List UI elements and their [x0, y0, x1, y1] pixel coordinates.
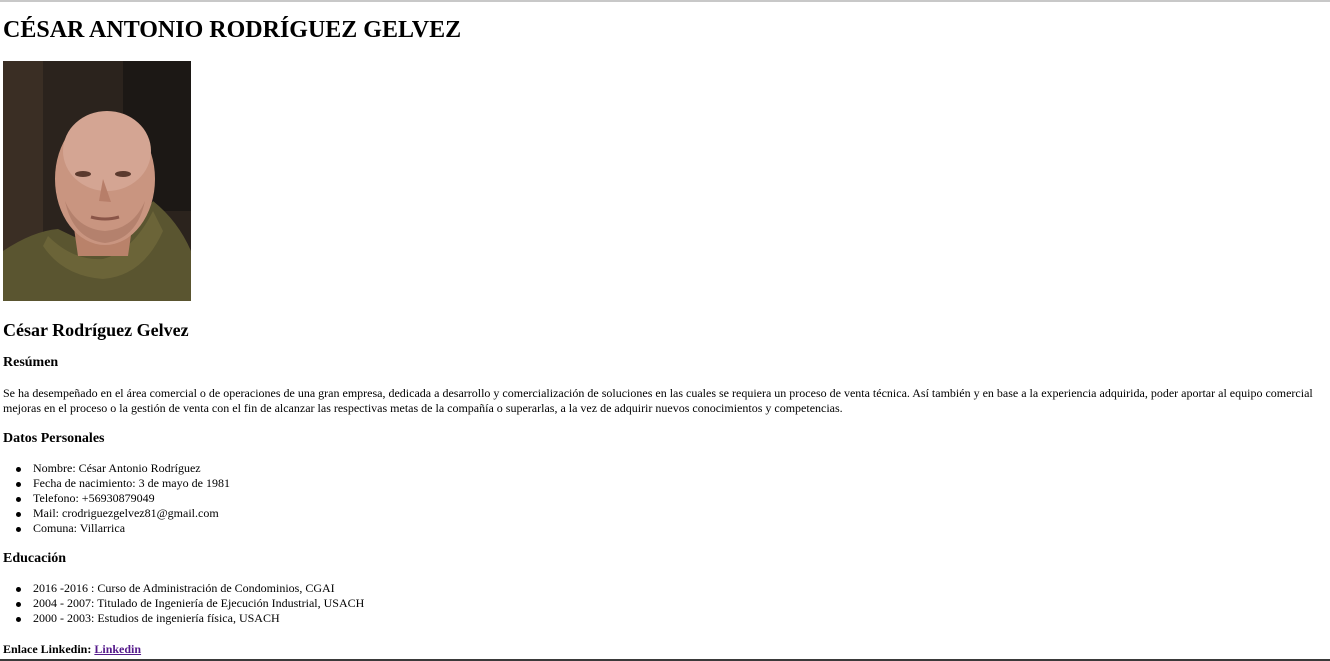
profile-photo [3, 61, 191, 301]
resumen-heading: Resúmen [3, 355, 59, 370]
datos-personales-list: Nombre: César Antonio Rodríguez Fecha de… [3, 461, 230, 536]
list-item: Nombre: César Antonio Rodríguez [16, 461, 230, 476]
linkedin-label: Enlace Linkedin: [3, 642, 92, 656]
educacion-heading: Educación [3, 551, 67, 566]
linkedin-link[interactable]: Linkedin [94, 642, 141, 656]
resumen-text: Se ha desempeñado en el área comercial o… [3, 386, 1313, 415]
datos-personales-heading: Datos Personales [3, 431, 105, 446]
list-item: Mail: crodriguezgelvez81@gmail.com [16, 506, 230, 521]
list-item: Telefono: +56930879049 [16, 491, 230, 506]
linkedin-line: Enlace Linkedin: Linkedin [3, 642, 141, 657]
list-item: Fecha de nacimiento: 3 de mayo de 1981 [16, 476, 230, 490]
list-item: 2004 - 2007: Titulado de Ingeniería de E… [15, 596, 365, 610]
top-border [0, 0, 1330, 2]
profile-name: César Rodríguez Gelvez [3, 320, 189, 340]
educacion-list: 2016 -2016 : Curso de Administración de … [3, 581, 364, 626]
list-item: 2016 -2016 : Curso de Administración de … [15, 581, 364, 596]
list-item: 2000 - 2003: Estudios de ingeniería físi… [15, 611, 364, 626]
list-item: Comuna: Villarrica [16, 521, 230, 536]
page-title: CÉSAR ANTONIO RODRÍGUEZ GELVEZ [3, 17, 462, 43]
